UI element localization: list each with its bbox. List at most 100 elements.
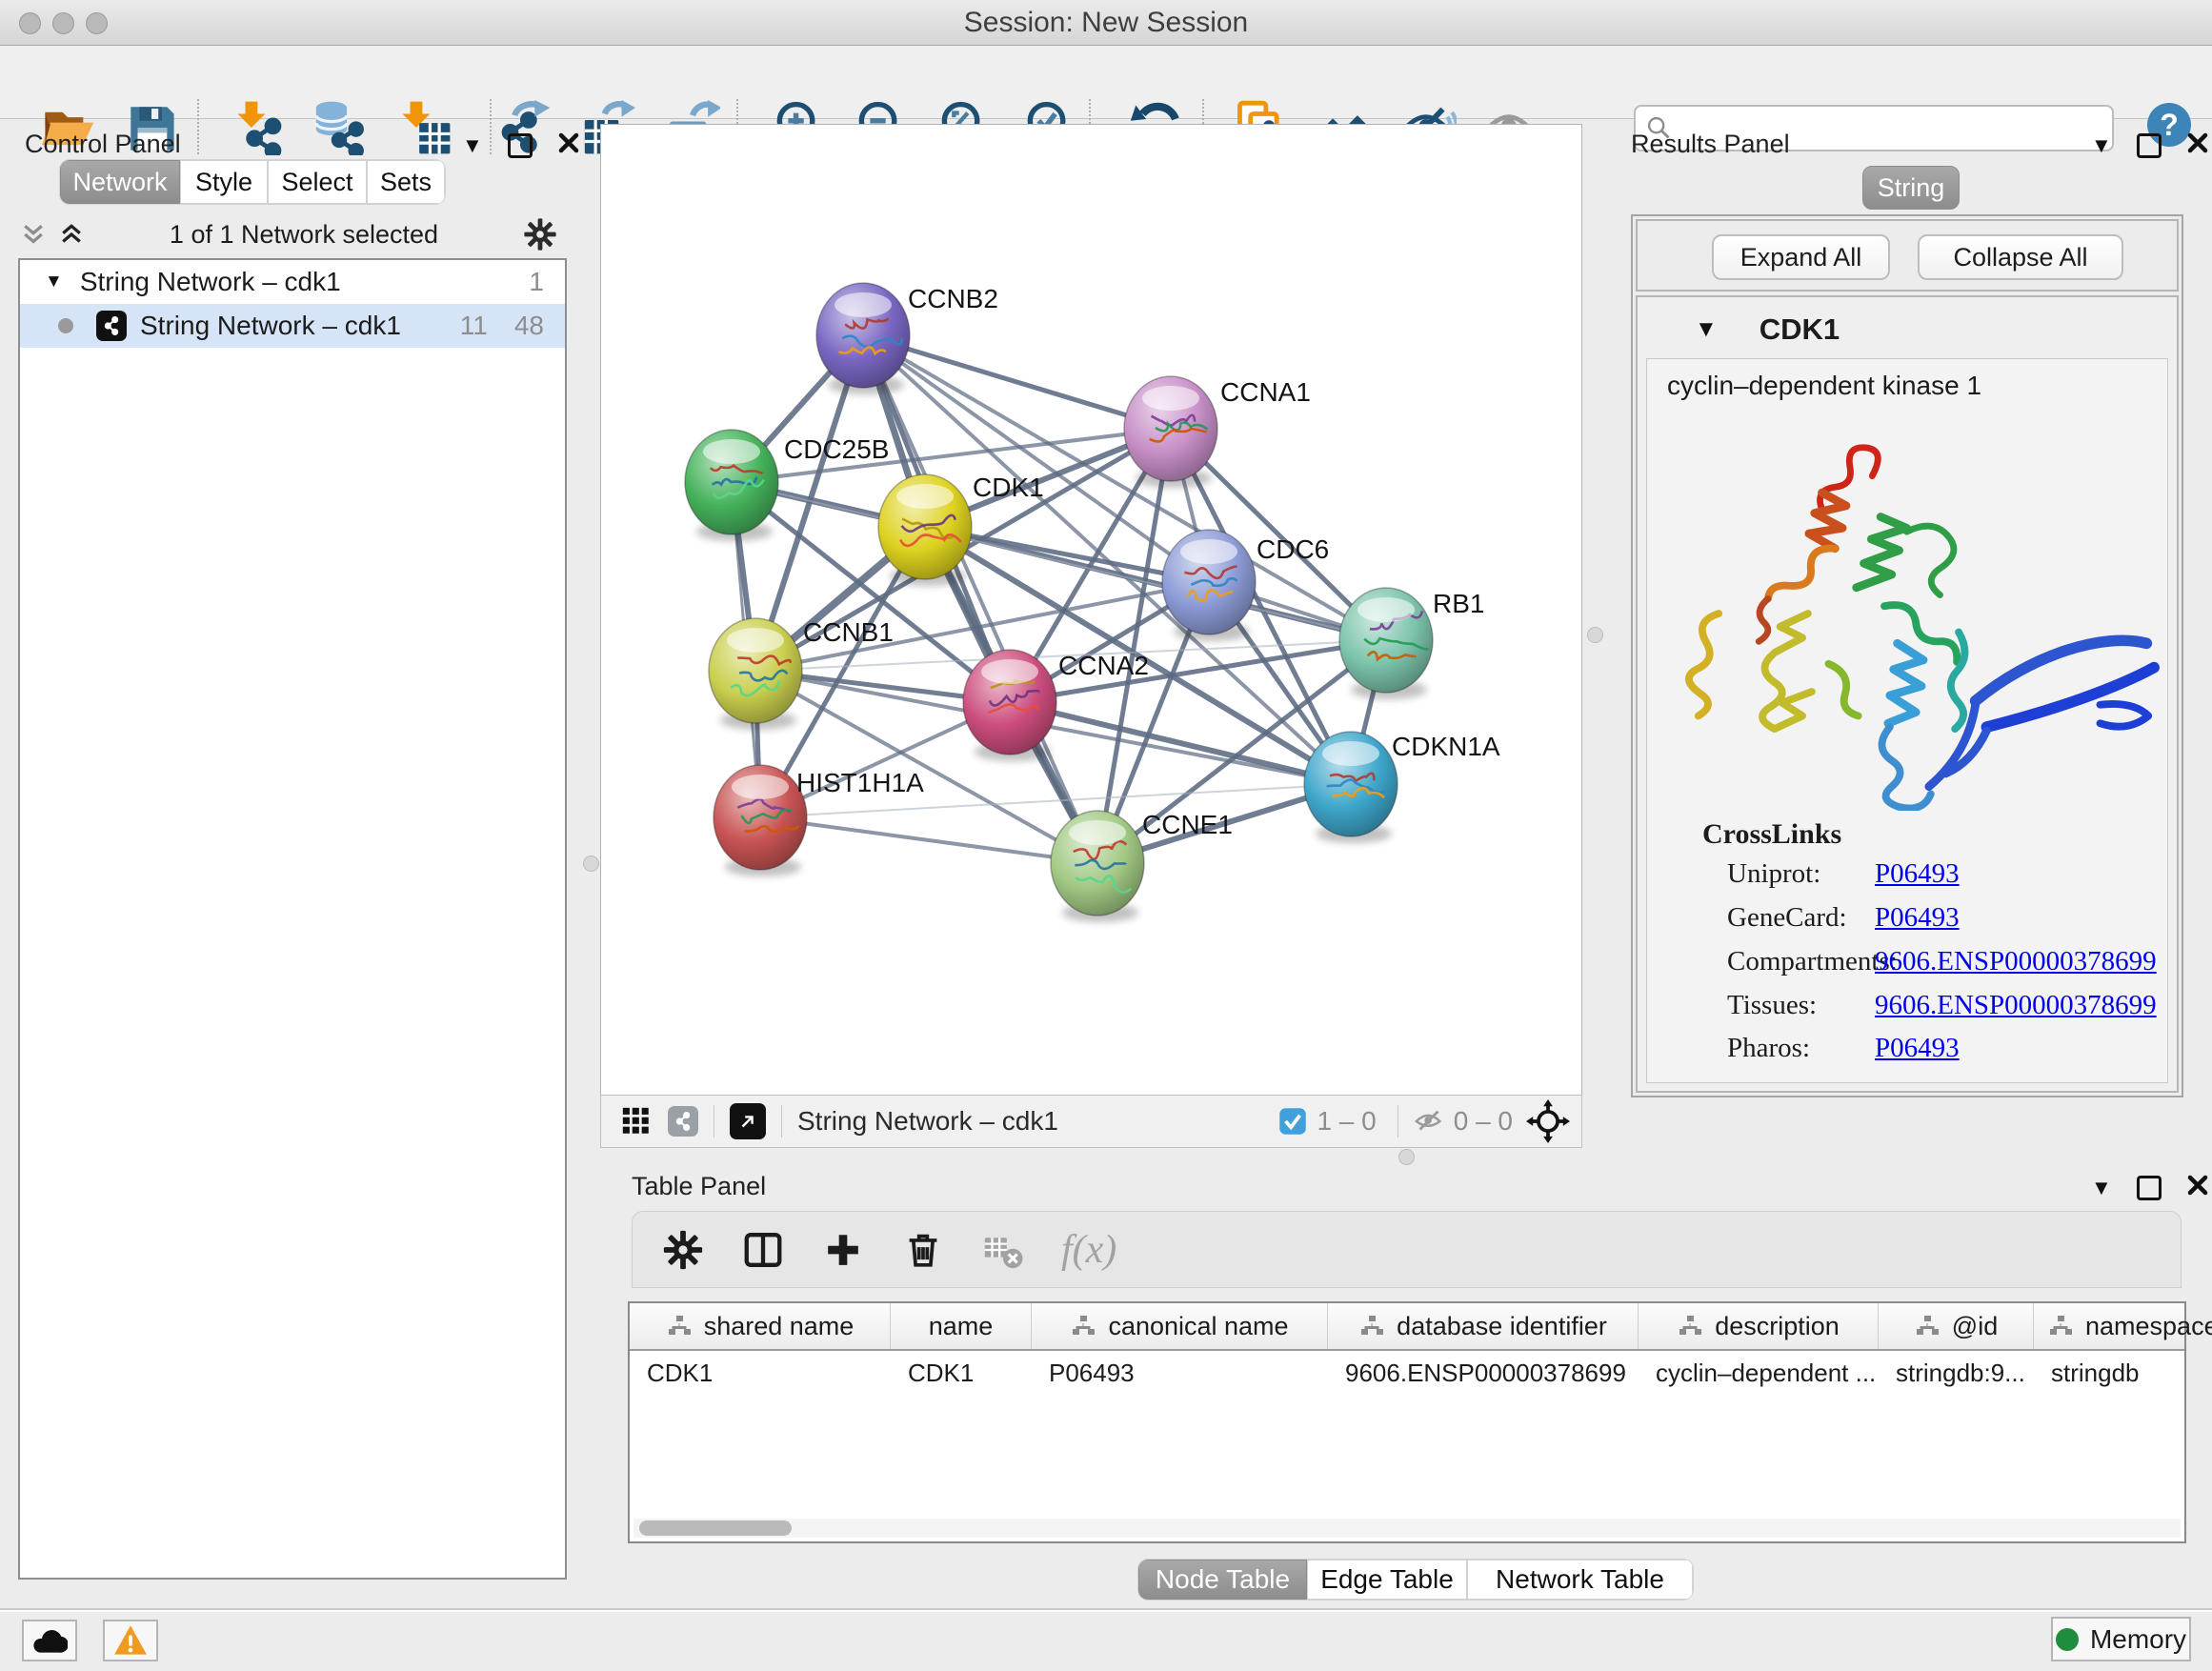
hidden-eye-icon[interactable] — [1414, 1105, 1446, 1137]
results-panel-body: Expand All Collapse All ▼ CDK1 cyclin–de… — [1631, 214, 2183, 1097]
delete-table-icon-disabled — [981, 1228, 1025, 1272]
cell-name[interactable]: CDK1 — [891, 1351, 1032, 1395]
warning-button[interactable] — [103, 1620, 158, 1661]
network-selection-status: 1 of 1 Network selected — [86, 220, 522, 250]
crosslink-link[interactable]: P06493 — [1875, 858, 1960, 890]
network-node-CCNB2[interactable]: CCNB2 — [816, 283, 998, 388]
bottom-splitter-handle[interactable] — [1398, 1149, 1415, 1165]
column-header[interactable]: name — [891, 1303, 1032, 1349]
network-node-CDKN1A[interactable]: CDKN1A — [1304, 732, 1500, 836]
control-panel-collapse-icon[interactable]: ▼ — [462, 133, 483, 158]
control-panel-float-icon[interactable] — [508, 133, 533, 158]
crosslink-link[interactable]: P06493 — [1875, 902, 1960, 934]
protein-collapse-icon[interactable]: ▼ — [1695, 316, 1718, 343]
protein-name: CDK1 — [1760, 312, 1840, 347]
tab-sets[interactable]: Sets — [367, 160, 445, 204]
tab-network-table[interactable]: Network Table — [1467, 1560, 1693, 1600]
tab-style[interactable]: Style — [180, 160, 268, 204]
cell-id[interactable]: stringdb:9... — [1879, 1351, 2034, 1395]
collection-count: 1 — [529, 267, 544, 297]
function-builder-icon-disabled: f(x) — [1061, 1227, 1116, 1273]
results-panel-title: Results Panel — [1631, 130, 1790, 159]
left-splitter-handle[interactable] — [583, 856, 599, 872]
column-header[interactable]: description — [1639, 1303, 1879, 1349]
column-header[interactable]: canonical name — [1032, 1303, 1328, 1349]
protein-structure-image — [1662, 420, 2168, 811]
crosslink-link[interactable]: 9606.ENSP00000378699 — [1875, 946, 2157, 977]
results-panel-close-icon[interactable] — [2186, 131, 2209, 159]
edge-CCNB2-CCNA1[interactable] — [863, 335, 1171, 429]
hierarchy-icon — [1914, 1315, 1941, 1338]
table-panel-collapse-icon[interactable]: ▼ — [2091, 1176, 2112, 1200]
tab-network[interactable]: Network — [60, 160, 180, 204]
column-header[interactable]: database identifier — [1328, 1303, 1639, 1349]
crosslink-label: Compartments: — [1727, 946, 1898, 977]
table-gear-icon[interactable] — [661, 1228, 705, 1272]
crosslink-label: Tissues: — [1727, 990, 1817, 1021]
tab-select[interactable]: Select — [268, 160, 367, 204]
cell-database-identifier[interactable]: 9606.ENSP00000378699 — [1328, 1351, 1639, 1395]
show-columns-icon[interactable] — [741, 1228, 785, 1272]
network-node-CCNA1[interactable]: CCNA1 — [1124, 376, 1311, 481]
network-collection-row[interactable]: ▼ String Network – cdk1 1 — [20, 260, 565, 304]
expand-all-icon[interactable] — [57, 220, 86, 249]
network-graph: CCNB2CCNA1CDC25BCDK1CDC6RB1CCNB1CCNA2CDK… — [601, 125, 1581, 1095]
column-header[interactable]: @id — [1879, 1303, 2034, 1349]
results-panel-collapse-icon[interactable]: ▼ — [2091, 133, 2112, 158]
network-type-icon — [96, 311, 127, 341]
hidden-counts: 0 – 0 — [1454, 1106, 1513, 1137]
grid-mode-icon[interactable] — [620, 1105, 653, 1137]
gear-icon[interactable] — [522, 216, 558, 252]
table-panel-float-icon[interactable] — [2137, 1176, 2162, 1200]
crosslink-link[interactable]: P06493 — [1875, 1033, 1960, 1064]
import-table-file-button[interactable] — [392, 95, 456, 160]
cloud-button[interactable] — [22, 1620, 77, 1661]
tab-node-table[interactable]: Node Table — [1138, 1560, 1307, 1600]
tab-string[interactable]: String — [1862, 166, 1960, 210]
cell-namespace[interactable]: stringdb — [2034, 1351, 2212, 1395]
separator — [781, 1105, 782, 1137]
node-label-RB1: RB1 — [1433, 589, 1484, 618]
node-label-CCNE1: CCNE1 — [1142, 810, 1233, 839]
column-header[interactable]: namespace — [2034, 1303, 2212, 1349]
cell-description[interactable]: cyclin–dependent ... — [1639, 1351, 1879, 1395]
right-splitter-handle[interactable] — [1587, 627, 1603, 643]
horizontal-scrollbar[interactable] — [633, 1519, 2181, 1538]
table-panel-close-icon[interactable] — [2186, 1174, 2209, 1201]
table-row[interactable]: CDK1 CDK1 P06493 9606.ENSP00000378699 cy… — [630, 1351, 2184, 1395]
cell-canonical-name[interactable]: P06493 — [1032, 1351, 1328, 1395]
network-node-CDC25B[interactable]: CDC25B — [685, 430, 889, 534]
import-network-database-button[interactable] — [307, 95, 372, 160]
memory-button[interactable]: Memory — [2051, 1617, 2191, 1661]
expand-all-button[interactable]: Expand All — [1712, 234, 1890, 280]
scrollbar-thumb[interactable] — [639, 1520, 792, 1536]
collapse-all-icon[interactable] — [19, 220, 48, 249]
network-node-RB1[interactable]: RB1 — [1339, 588, 1484, 693]
tree-expand-icon[interactable]: ▼ — [45, 272, 63, 292]
node-label-CDKN1A: CDKN1A — [1392, 732, 1500, 761]
network-row[interactable]: String Network – cdk1 11 48 — [20, 304, 565, 348]
cell-shared-name[interactable]: CDK1 — [630, 1351, 891, 1395]
node-label-CCNB1: CCNB1 — [803, 617, 894, 647]
edge-HIST1H1A-CCNE1[interactable] — [760, 817, 1097, 863]
network-view-icon[interactable] — [668, 1106, 698, 1137]
fit-selected-icon[interactable] — [1526, 1099, 1570, 1143]
database-icon — [312, 100, 367, 155]
control-panel-close-icon[interactable] — [557, 131, 580, 159]
network-node-CCNE1[interactable]: CCNE1 — [1051, 810, 1233, 916]
selected-checkbox-icon[interactable] — [1278, 1107, 1307, 1136]
network-node-HIST1H1A[interactable]: HIST1H1A — [714, 765, 924, 870]
network-node-CDK1[interactable]: CDK1 — [878, 473, 1044, 579]
delete-column-icon[interactable] — [901, 1228, 945, 1272]
selected-counts: 1 – 0 — [1317, 1106, 1376, 1137]
import-network-file-button[interactable] — [227, 95, 292, 160]
tab-edge-table[interactable]: Edge Table — [1307, 1560, 1467, 1600]
column-header[interactable]: shared name — [630, 1303, 891, 1349]
node-table: shared name name canonical name database… — [628, 1301, 2186, 1543]
add-column-icon[interactable] — [821, 1228, 865, 1272]
crosslink-link[interactable]: 9606.ENSP00000378699 — [1875, 990, 2157, 1021]
network-canvas[interactable]: CCNB2CCNA1CDC25BCDK1CDC6RB1CCNB1CCNA2CDK… — [600, 124, 1582, 1096]
results-panel-float-icon[interactable] — [2137, 133, 2162, 158]
collapse-all-button[interactable]: Collapse All — [1918, 234, 2123, 280]
birds-eye-view-icon[interactable] — [730, 1103, 766, 1139]
